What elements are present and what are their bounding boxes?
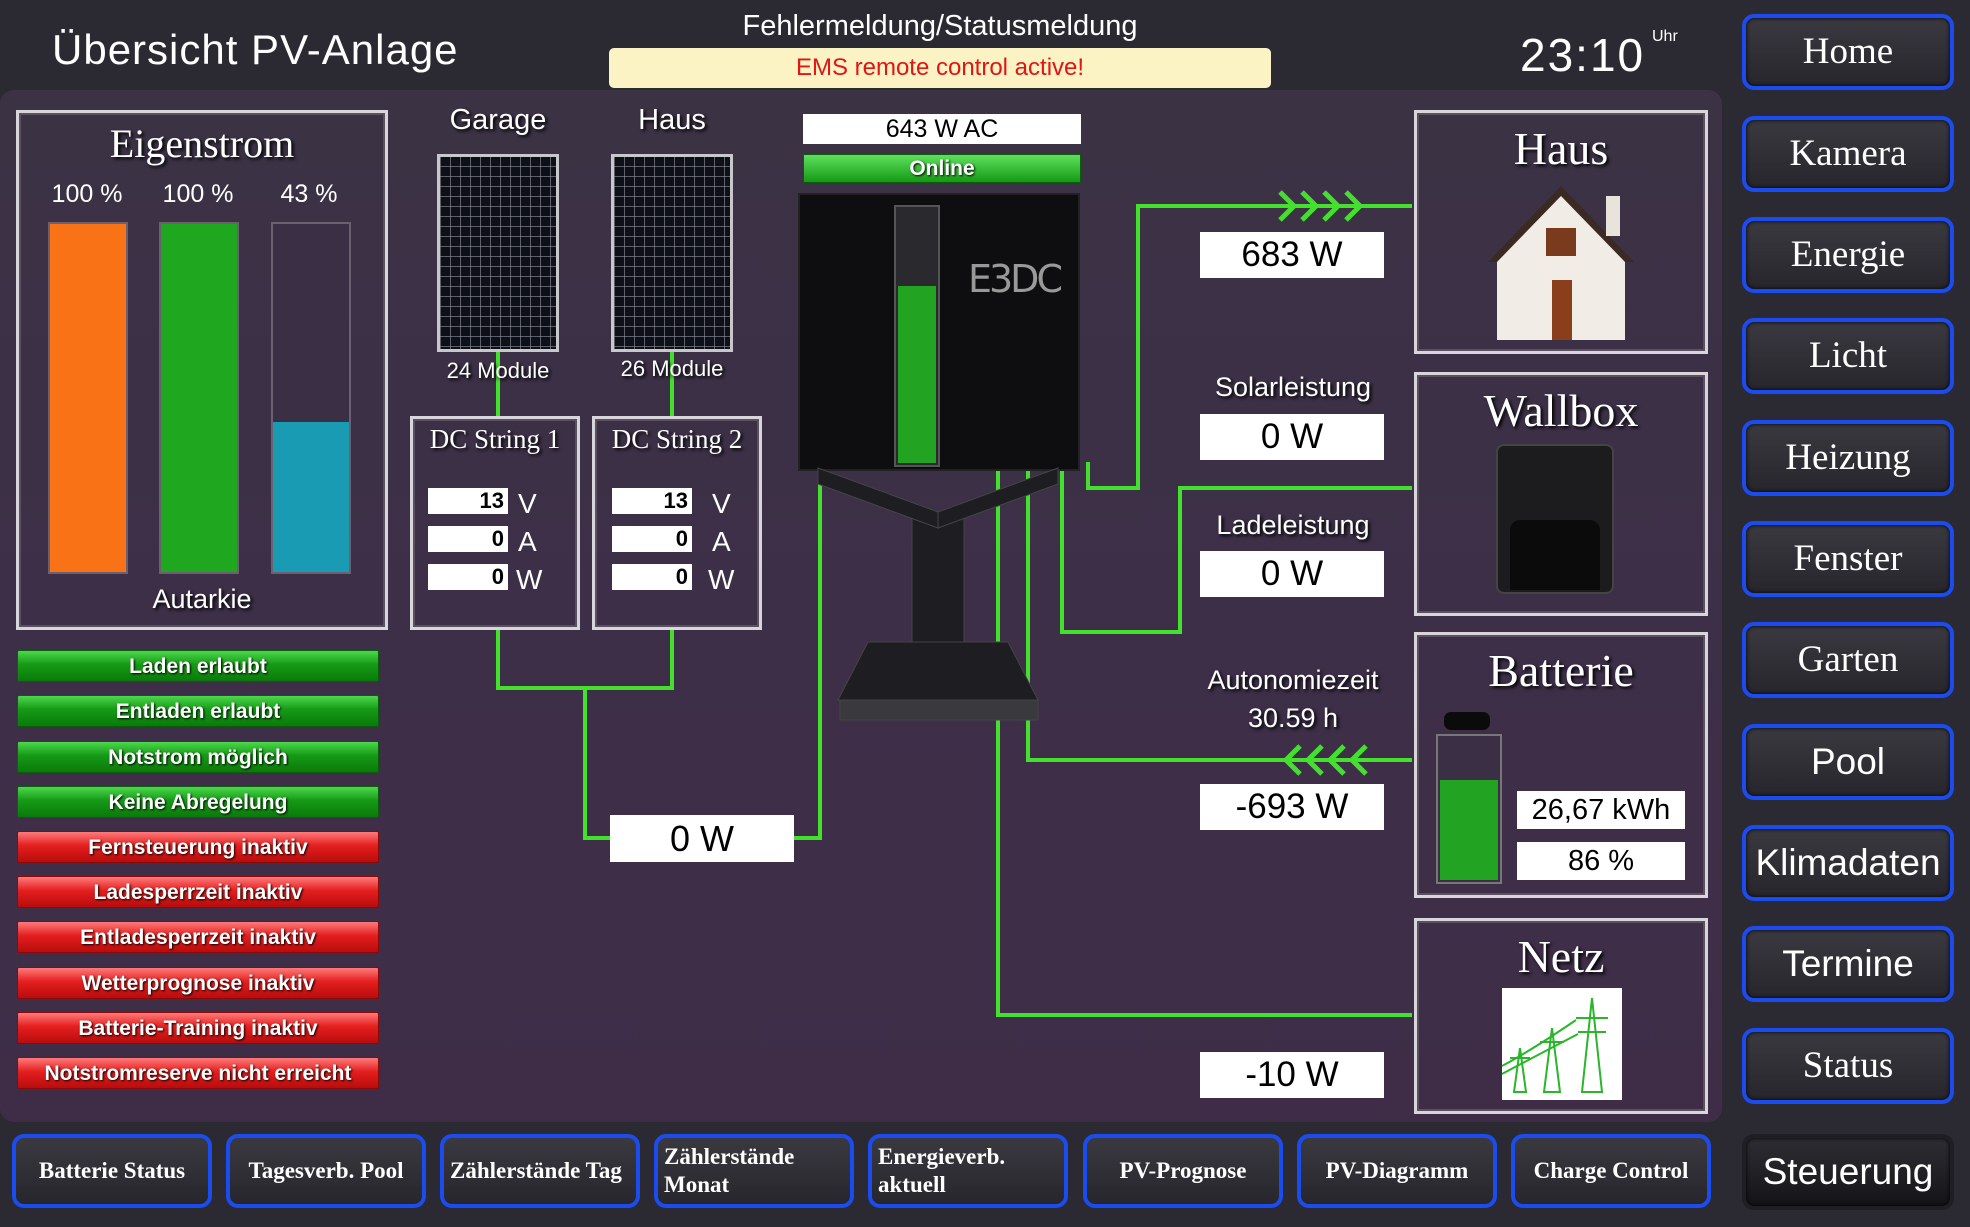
- power-grid-icon: [1502, 988, 1622, 1100]
- nav-energie-button[interactable]: Energie: [1742, 217, 1954, 293]
- wallbox-title: Wallbox: [1483, 385, 1639, 436]
- nav-pool-button[interactable]: Pool: [1742, 724, 1954, 800]
- nav-home-button[interactable]: Home: [1742, 14, 1954, 90]
- batterie-fill: [1440, 779, 1498, 880]
- nav-garten-button[interactable]: Garten: [1742, 622, 1954, 698]
- nav-kamera-button[interactable]: Kamera: [1742, 116, 1954, 192]
- bottom-nav-button[interactable]: Tagesverb. Pool: [226, 1134, 426, 1208]
- bottom-nav-button[interactable]: Zählerstände Monat: [654, 1134, 854, 1208]
- nav-steuerung-button[interactable]: Steuerung: [1742, 1134, 1954, 1210]
- battery-terminal-icon: [1444, 712, 1490, 730]
- bottom-nav-button[interactable]: Zählerstände Tag: [440, 1134, 640, 1208]
- bottom-nav-button[interactable]: Energieverb. aktuell: [868, 1134, 1068, 1208]
- nav-status-button[interactable]: Status: [1742, 1028, 1954, 1104]
- bottom-nav-button[interactable]: PV-Diagramm: [1297, 1134, 1497, 1208]
- batterie-energy: 26,67 kWh: [1517, 791, 1685, 829]
- wallbox-icon: [1496, 444, 1614, 594]
- nav-heizung-button[interactable]: Heizung: [1742, 420, 1954, 496]
- batterie-title: Batterie: [1488, 645, 1634, 696]
- bottom-nav-button[interactable]: PV-Prognose: [1083, 1134, 1283, 1208]
- batterie-soc: 86 %: [1517, 842, 1685, 880]
- nav-termine-button[interactable]: Termine: [1742, 926, 1954, 1002]
- bottom-nav-button[interactable]: Charge Control: [1511, 1134, 1711, 1208]
- nav-fenster-button[interactable]: Fenster: [1742, 521, 1954, 597]
- batterie-gauge: [1436, 734, 1502, 884]
- nav-klimadaten-button[interactable]: Klimadaten: [1742, 825, 1954, 901]
- nav-licht-button[interactable]: Licht: [1742, 318, 1954, 394]
- bottom-nav-button[interactable]: Batterie Status: [12, 1134, 212, 1208]
- netz-title: Netz: [1517, 931, 1605, 982]
